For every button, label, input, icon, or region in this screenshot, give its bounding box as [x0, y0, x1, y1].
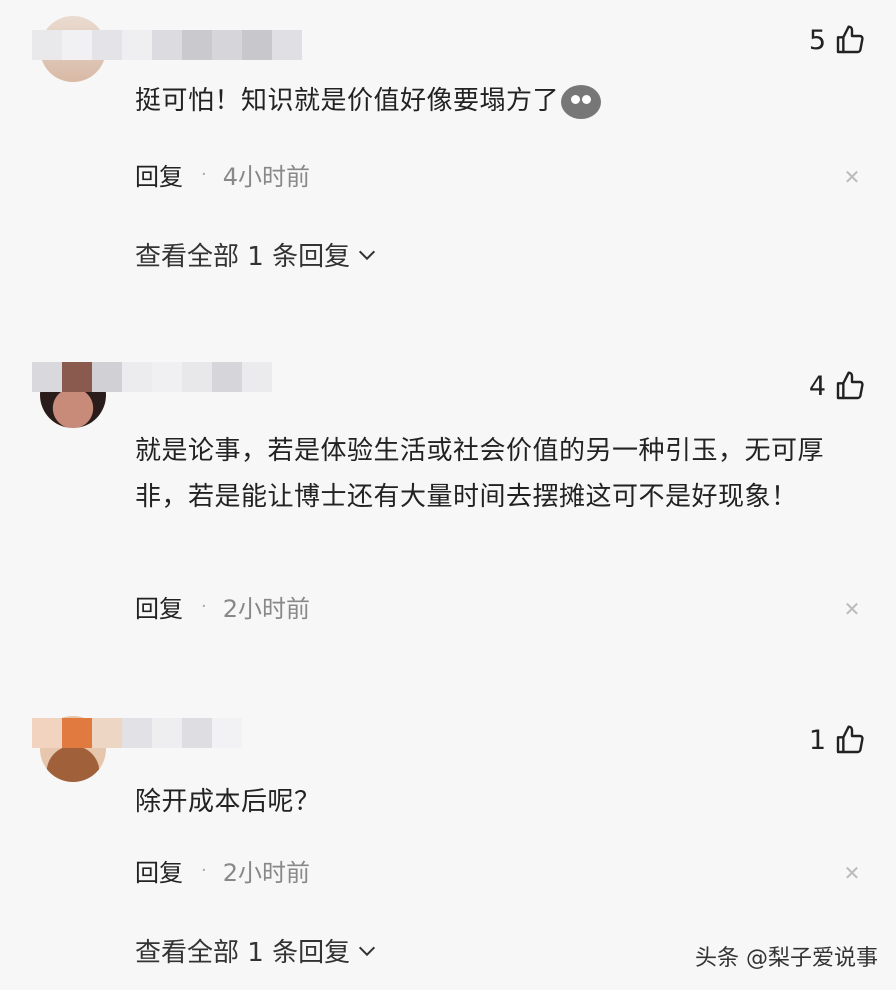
like-count: 4: [808, 370, 826, 402]
comment-meta: 回复 · 2小时前: [135, 589, 310, 624]
like-button[interactable]: 5: [809, 24, 866, 56]
timestamp: 4小时前: [222, 163, 311, 191]
reply-button[interactable]: 回复: [135, 157, 183, 192]
username-blurred[interactable]: [32, 718, 242, 748]
separator-dot: ·: [201, 164, 207, 185]
timestamp: 2小时前: [222, 595, 311, 623]
close-icon[interactable]: ✕: [842, 167, 862, 187]
separator-dot: ·: [201, 860, 207, 881]
thumbs-up-icon: [836, 371, 864, 400]
like-count: 1: [808, 724, 826, 756]
comment-text: 挺可怕！知识就是价值好像要塌方了: [135, 86, 560, 116]
like-button[interactable]: 1: [809, 724, 866, 756]
separator-dot: ·: [201, 596, 207, 617]
chevron-down-icon: [359, 250, 376, 260]
view-all-replies-button[interactable]: 查看全部 1 条回复: [135, 236, 378, 273]
timestamp: 2小时前: [222, 859, 311, 887]
reply-button[interactable]: 回复: [135, 589, 183, 624]
like-button[interactable]: 4: [809, 370, 866, 402]
close-icon[interactable]: ✕: [842, 863, 862, 883]
comment-text: 就是论事，若是体验生活或社会价值的另一种引玉，无可厚非，若是能让博士还有大量时间…: [135, 436, 825, 512]
view-all-replies-button[interactable]: 查看全部 1 条回复: [135, 932, 378, 969]
comment-text-wrap: 挺可怕！知识就是价值好像要塌方了: [135, 78, 855, 124]
thumbs-up-icon: [836, 25, 864, 54]
view-all-replies-label: 查看全部 1 条回复: [135, 242, 351, 272]
close-icon[interactable]: ✕: [842, 599, 862, 619]
like-count: 5: [808, 24, 826, 56]
thumbs-up-icon: [836, 725, 864, 754]
comment-meta: 回复 · 2小时前: [135, 853, 310, 888]
watermark: 头条 @梨子爱说事: [695, 946, 878, 971]
reply-button[interactable]: 回复: [135, 853, 183, 888]
username-blurred[interactable]: [32, 362, 272, 392]
view-all-replies-label: 查看全部 1 条回复: [135, 938, 351, 968]
comment-meta: 回复 · 4小时前: [135, 157, 310, 192]
shocked-face-emoji-icon: [561, 84, 602, 119]
username-blurred[interactable]: [32, 30, 302, 60]
comment-text: 除开成本后呢？: [135, 787, 321, 817]
chevron-down-icon: [359, 946, 376, 956]
